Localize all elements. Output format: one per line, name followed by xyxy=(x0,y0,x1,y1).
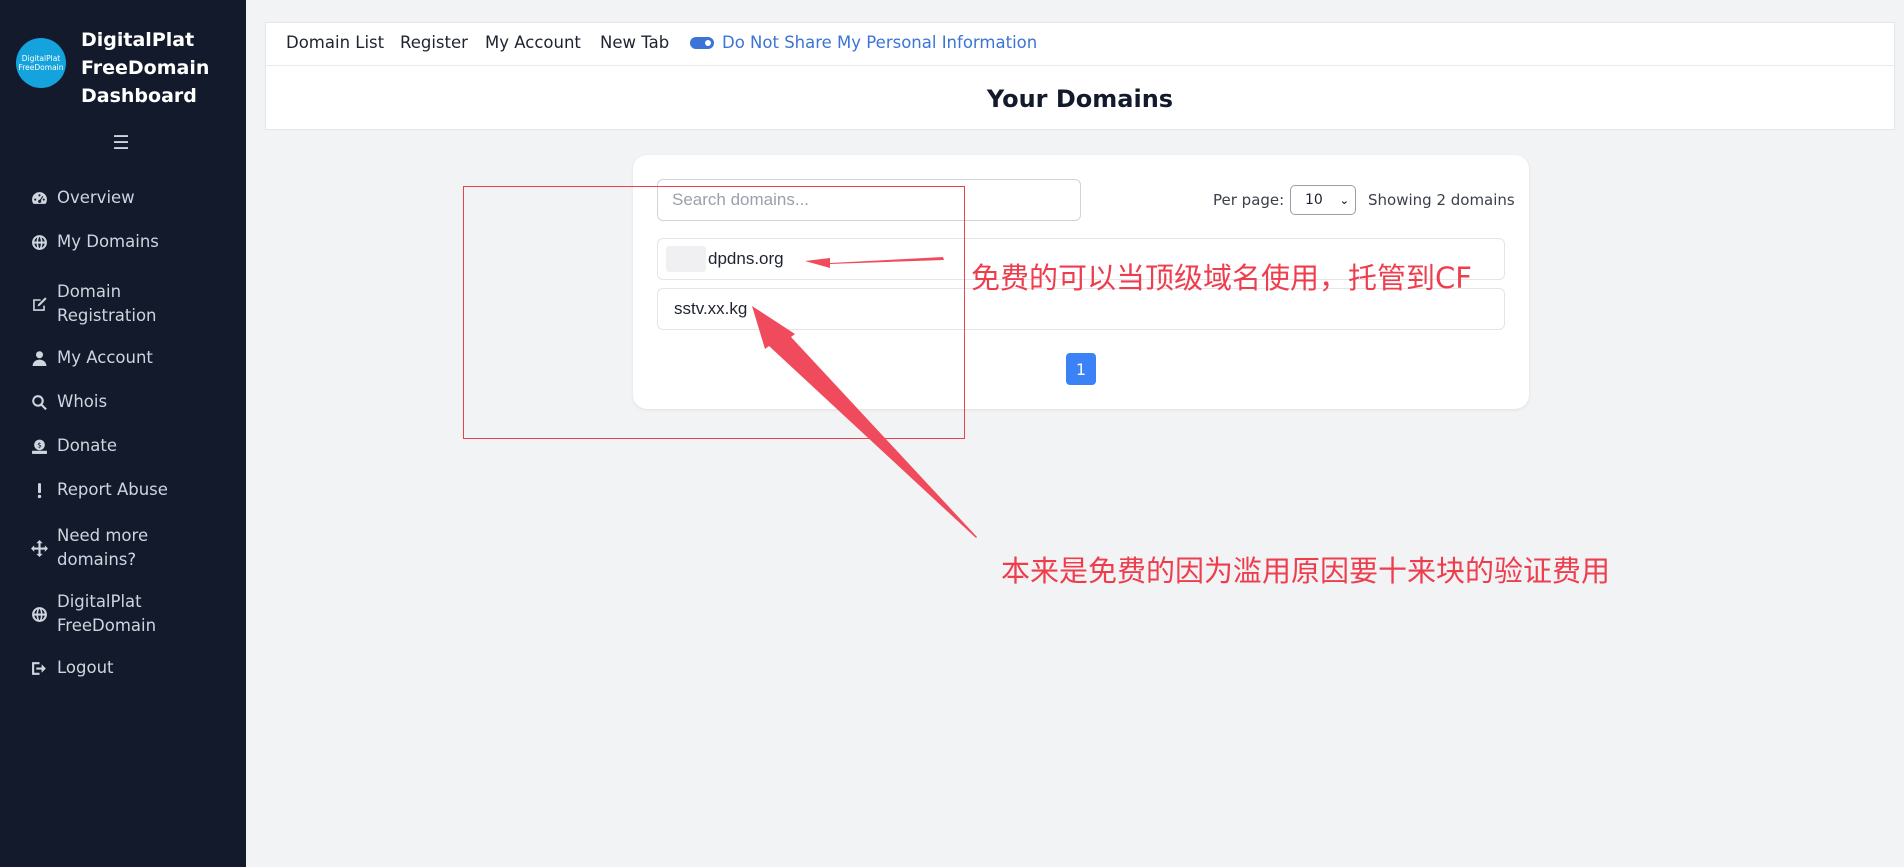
sidebar-item-digitalplat-freedomain[interactable]: DigitalPlat FreeDomain xyxy=(30,590,207,638)
sidebar-item-report-abuse[interactable]: Report Abuse xyxy=(30,478,207,502)
privacy-link[interactable]: Do Not Share My Personal Information xyxy=(690,33,1037,52)
user-icon xyxy=(30,349,48,367)
sidebar-item-label: DigitalPlat FreeDomain xyxy=(57,592,157,635)
annotation-highlight-box xyxy=(463,186,965,439)
sidebar-item-label: My Domains xyxy=(57,232,159,251)
sidebar-item-whois[interactable]: Whois xyxy=(30,390,207,414)
sidebar-item-domain-registration[interactable]: Domain Registration xyxy=(30,280,207,328)
search-icon xyxy=(30,393,48,411)
sidebar-item-label: Report Abuse xyxy=(57,480,168,499)
sidebar-item-overview[interactable]: Overview xyxy=(30,186,207,210)
hamburger-icon[interactable]: ☰ xyxy=(112,132,130,154)
header: Domain List Register My Account New Tab … xyxy=(265,22,1895,130)
donate-icon: $ xyxy=(30,437,48,455)
logo-text-line2: FreeDomain xyxy=(18,63,64,72)
svg-text:$: $ xyxy=(37,440,42,449)
move-icon xyxy=(30,539,48,557)
edit-icon xyxy=(30,295,48,313)
sidebar-item-label: Overview xyxy=(57,188,135,207)
page-button[interactable]: 1 xyxy=(1066,353,1096,385)
per-page-select[interactable]: 10 ⌄ xyxy=(1290,185,1356,215)
globe-icon xyxy=(30,233,48,251)
sidebar-item-my-domains[interactable]: My Domains xyxy=(30,230,207,254)
nav-link-my-account[interactable]: My Account xyxy=(485,33,581,52)
sidebar-item-label: Logout xyxy=(57,658,114,677)
sidebar-item-my-account[interactable]: My Account xyxy=(30,346,207,370)
brand-title-line2: FreeDomain xyxy=(81,57,210,79)
brand-title: DigitalPlat FreeDomain Dashboard xyxy=(81,26,231,110)
sidebar-item-donate[interactable]: $ Donate xyxy=(30,434,207,458)
sidebar-item-label: Donate xyxy=(57,436,117,455)
logo-text-line1: DigitalPlat xyxy=(21,54,61,63)
per-page-value: 10 xyxy=(1305,192,1323,208)
sidebar-item-logout[interactable]: Logout xyxy=(30,656,207,680)
exclamation-icon xyxy=(30,481,48,499)
per-page-label: Per page: xyxy=(1213,191,1285,209)
sidebar-item-need-more-domains[interactable]: Need more domains? xyxy=(30,524,207,572)
brand-title-line1: DigitalPlat xyxy=(81,29,195,51)
sidebar-item-label: Need more domains? xyxy=(57,526,149,569)
nav-link-new-tab[interactable]: New Tab xyxy=(600,33,669,52)
nav-link-register[interactable]: Register xyxy=(400,33,468,52)
privacy-link-label: Do Not Share My Personal Information xyxy=(722,33,1038,52)
annotation-note-1: 免费的可以当顶级域名使用，托管到CF xyxy=(971,261,1472,295)
dashboard-icon xyxy=(30,189,48,207)
brand-title-line3: Dashboard xyxy=(81,85,197,107)
brand[interactable]: DigitalPlat FreeDomain DigitalPlat FreeD… xyxy=(16,26,236,107)
annotation-note-2: 本来是免费的因为滥用原因要十来块的验证费用 xyxy=(1001,554,1611,588)
logout-icon xyxy=(30,659,48,677)
nav-link-domain-list[interactable]: Domain List xyxy=(286,33,384,52)
top-nav: Domain List Register My Account New Tab … xyxy=(266,23,1894,66)
globe-icon xyxy=(30,605,48,623)
sidebar-item-label: My Account xyxy=(57,348,153,367)
page-title: Your Domains xyxy=(986,85,1174,113)
sidebar-item-label: Domain Registration xyxy=(57,282,157,325)
chevron-down-icon: ⌄ xyxy=(1339,193,1349,207)
privacy-toggle-icon xyxy=(690,36,714,49)
sidebar-item-label: Whois xyxy=(57,392,108,411)
brand-logo: DigitalPlat FreeDomain xyxy=(16,38,66,88)
showing-count: Showing 2 domains xyxy=(1368,191,1515,209)
sidebar: DigitalPlat FreeDomain DigitalPlat FreeD… xyxy=(0,0,246,867)
